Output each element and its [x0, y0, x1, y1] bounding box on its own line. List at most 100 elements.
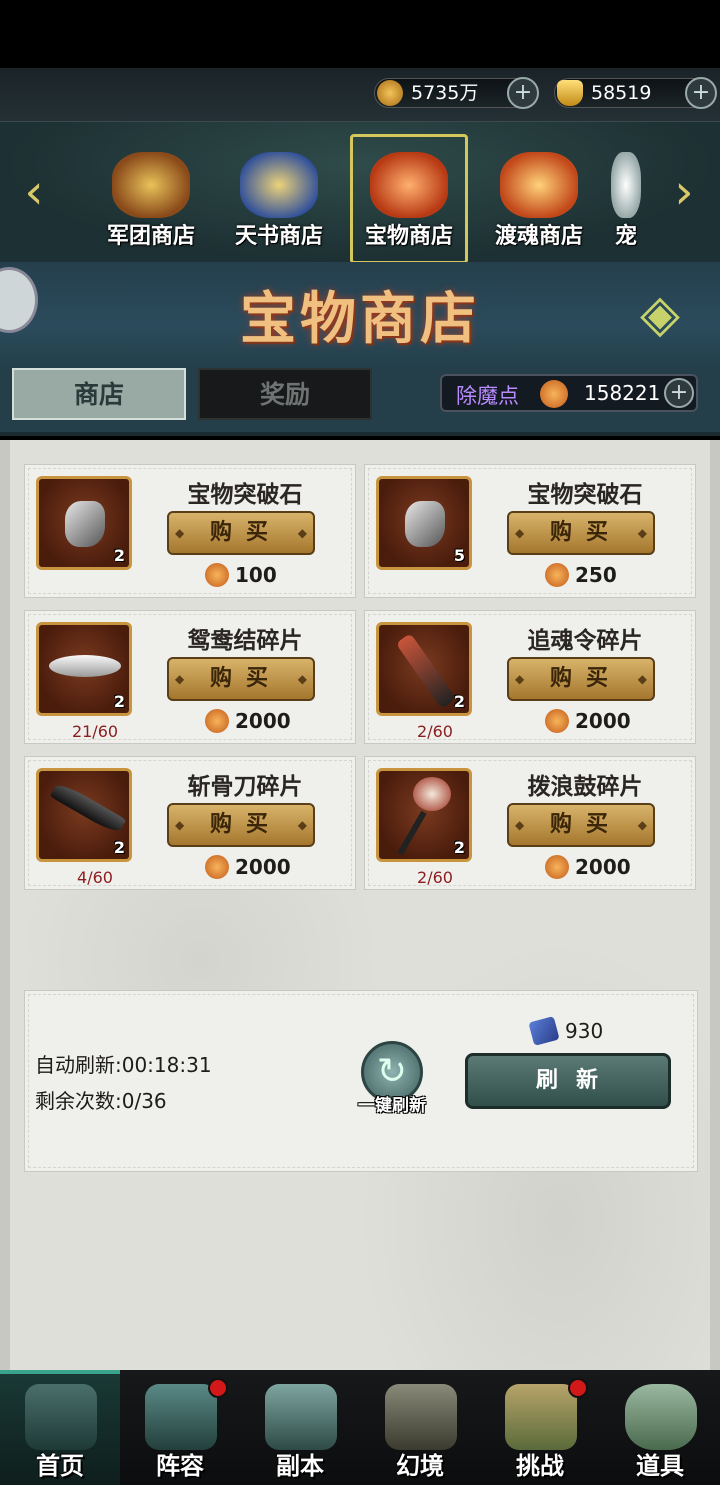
shop-banner: 宝物商店 ◈: [0, 262, 720, 368]
buy-button[interactable]: 购买: [507, 657, 655, 701]
tab-reward[interactable]: 奖励: [198, 368, 372, 420]
refresh-cost-value: 930: [565, 1019, 604, 1043]
nav-items[interactable]: 道具: [600, 1370, 720, 1485]
item-quantity: 2: [113, 692, 125, 711]
shop-label: 渡魂商店: [494, 224, 583, 249]
item-name: 追魂令碎片: [527, 628, 643, 654]
eye-emblem-icon: ◈: [640, 284, 680, 344]
coin-icon: [377, 80, 403, 106]
home-icon: [25, 1384, 97, 1450]
shop-item-card: 2 2/60 追魂令碎片 购买 2000: [364, 610, 696, 744]
item-name: 鸳鸯结碎片: [187, 628, 303, 654]
item-thumbnail[interactable]: 2: [376, 768, 472, 862]
add-points-button[interactable]: +: [664, 378, 694, 408]
item-name: 宝物突破石: [527, 482, 643, 508]
shop-item-card: 5 宝物突破石 购买 250: [364, 464, 696, 598]
item-thumbnail[interactable]: 2: [376, 622, 472, 716]
pet-shop-icon: [611, 152, 641, 218]
auto-refresh-timer: 自动刷新:00:18:31: [35, 1053, 212, 1077]
prev-shop-arrow-icon[interactable]: ‹: [14, 167, 54, 217]
tab-bar: 商店 奖励 除魔点 158221 +: [0, 368, 720, 436]
shop-label: 宝物商店: [364, 224, 453, 249]
tianshu-shop-icon: [240, 152, 318, 218]
nav-home[interactable]: 首页: [0, 1370, 120, 1485]
points-value: 158221: [584, 381, 661, 405]
buy-button[interactable]: 购买: [507, 803, 655, 847]
notification-dot: [208, 1378, 228, 1398]
nav-lineup[interactable]: 阵容: [120, 1370, 240, 1485]
buy-button[interactable]: 购买: [167, 803, 315, 847]
shop-tab-pet[interactable]: 宠: [604, 152, 648, 248]
remaining-refreshes: 剩余次数:0/36: [35, 1089, 167, 1113]
fragment-progress: 2/60: [417, 868, 453, 887]
page-title: 宝物商店: [240, 286, 480, 352]
next-shop-arrow-icon[interactable]: ›: [664, 167, 704, 217]
bottom-navigation: 首页 阵容 副本 幻境 挑战 道具: [0, 1370, 720, 1485]
shop-item-card: 2 2/60 拨浪鼓碎片 购买 2000: [364, 756, 696, 890]
shop-tab-treasure[interactable]: 宝物商店: [350, 152, 468, 249]
scroll-map-icon: [505, 1384, 577, 1450]
item-thumbnail[interactable]: 5: [376, 476, 472, 570]
gold-ingot-icon: [557, 80, 583, 106]
buy-button[interactable]: 购买: [167, 657, 315, 701]
buy-button[interactable]: 购买: [507, 511, 655, 555]
refresh-button[interactable]: 刷新: [465, 1053, 671, 1109]
nav-dungeon[interactable]: 副本: [240, 1370, 360, 1485]
item-name: 斩骨刀碎片: [187, 774, 303, 800]
rattle-drum-icon: [413, 777, 451, 811]
soul-shop-icon: [500, 152, 578, 218]
shop-item-card: 2 21/60 鸳鸯结碎片 购买 2000: [24, 610, 356, 744]
points-label: 除魔点: [456, 384, 519, 408]
dungeon-sword-icon: [265, 1384, 337, 1450]
gold-counter: 58519 +: [554, 77, 717, 109]
shop-label: 天书商店: [234, 224, 323, 249]
coin-counter: 5735万 +: [374, 77, 539, 109]
shop-item-card: 2 4/60 斩骨刀碎片 购买 2000: [24, 756, 356, 890]
knot-icon: [49, 655, 121, 677]
cleaver-icon: [49, 780, 127, 836]
shop-selector: ‹ 军团商店 天书商店 宝物商店 渡魂商店 宠 ›: [0, 122, 720, 264]
panel-border-right: [710, 440, 720, 1370]
item-quantity: 2: [453, 692, 465, 711]
item-quantity: 2: [113, 838, 125, 857]
shop-tab-tianshu[interactable]: 天书商店: [220, 152, 338, 249]
demon-point-icon: [545, 563, 569, 587]
legion-shop-icon: [112, 152, 190, 218]
nav-label: 首页: [36, 1452, 84, 1480]
gold-value: 58519: [591, 82, 652, 104]
buy-button[interactable]: 购买: [167, 511, 315, 555]
item-thumbnail[interactable]: 2: [36, 476, 132, 570]
add-coins-button[interactable]: +: [507, 77, 539, 109]
treasure-shop-icon: [370, 152, 448, 218]
one-key-refresh-button[interactable]: ↻ 一键刷新: [347, 1041, 437, 1121]
item-thumbnail[interactable]: 2: [36, 768, 132, 862]
notification-dot: [568, 1378, 588, 1398]
one-key-refresh-label: 一键刷新: [358, 1096, 426, 1116]
side-menu-button[interactable]: [0, 267, 38, 333]
tab-shop[interactable]: 商店: [12, 368, 186, 420]
crossed-swords-icon: [385, 1384, 457, 1450]
item-name: 宝物突破石: [187, 482, 303, 508]
nav-label: 道具: [636, 1452, 684, 1480]
nav-label: 副本: [276, 1452, 324, 1480]
add-gold-button[interactable]: +: [685, 77, 717, 109]
token-icon: [395, 633, 457, 709]
nav-label: 阵容: [156, 1452, 204, 1480]
demon-point-icon: [205, 709, 229, 733]
bag-icon: [625, 1384, 697, 1450]
lineup-icon: [145, 1384, 217, 1450]
item-quantity: 2: [453, 838, 465, 857]
shop-label: 军团商店: [106, 224, 195, 249]
nav-challenge[interactable]: 挑战: [480, 1370, 600, 1485]
nav-illusion[interactable]: 幻境: [360, 1370, 480, 1485]
item-thumbnail[interactable]: 2: [36, 622, 132, 716]
item-quantity: 5: [453, 546, 465, 565]
demon-point-icon: [545, 709, 569, 733]
currency-bar: 5735万 + 58519 +: [0, 68, 720, 122]
panel-border-left: [0, 440, 10, 1370]
shop-tab-soul[interactable]: 渡魂商店: [480, 152, 598, 249]
shop-tab-legion[interactable]: 军团商店: [92, 152, 210, 249]
fragment-progress: 4/60: [77, 868, 113, 887]
stone-icon: [65, 501, 105, 547]
fragment-progress: 21/60: [71, 722, 119, 741]
